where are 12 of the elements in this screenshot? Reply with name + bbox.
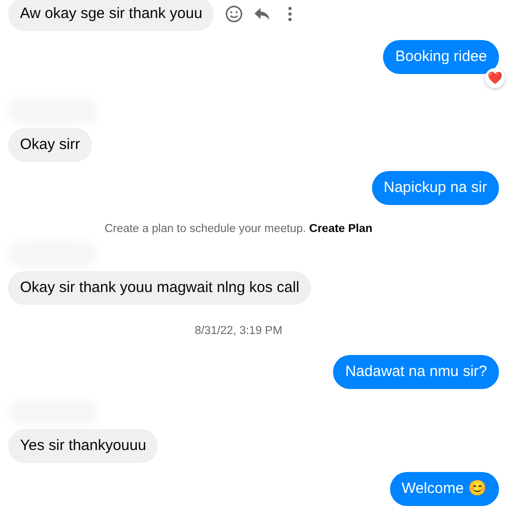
timestamp: 8/31/22, 3:19 PM <box>194 325 282 337</box>
message-bubble: Welcome 😊 <box>390 472 499 506</box>
smiley-icon[interactable] <box>224 4 244 24</box>
message-bubble: Napickup na sir <box>372 171 499 205</box>
message-bubble: Yes sir thankyouuu <box>8 429 158 463</box>
message-bubble: Aw okay sge sir thank youu <box>8 0 214 31</box>
reaction-badge[interactable]: ❤ <box>485 68 505 88</box>
plan-notice: Create a plan to schedule your meetup. Create Plan <box>104 223 372 235</box>
message-bubble: Okay sirr <box>8 128 92 162</box>
message-bubble: Okay sir thank youu magwait nlng kos call <box>8 271 312 305</box>
create-plan-link[interactable]: Create Plan <box>309 223 372 235</box>
message-bubble: Nadawat na nmu sir? <box>333 355 499 389</box>
